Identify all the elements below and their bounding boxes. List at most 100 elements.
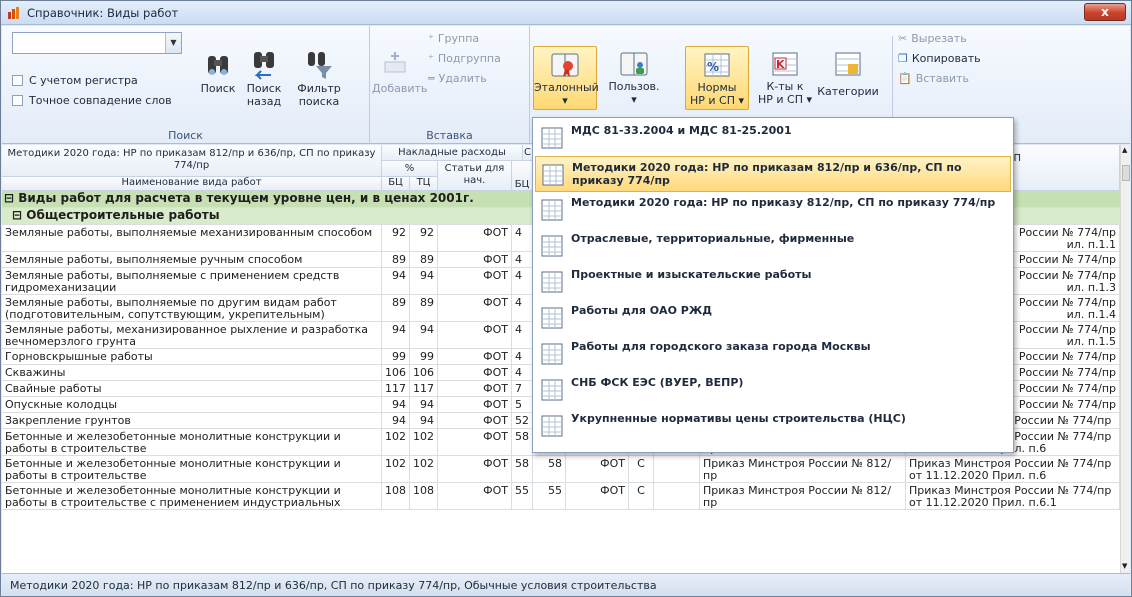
tc-header[interactable]: ТЦ (410, 177, 438, 191)
table-row[interactable]: Бетонные и железобетонные монолитные кон… (2, 456, 1120, 483)
group-icon: ⁺ (428, 32, 434, 45)
dropdown-item-label: Методики 2020 года: НР по приказу 812/пр… (571, 196, 996, 209)
dropdown-item[interactable]: Методики 2020 года: НР по приказу 812/пр… (535, 192, 1011, 228)
dropdown-item-label: Отраслевые, территориальные, фирменные (571, 232, 855, 245)
find-back-button[interactable]: Поиск назад (242, 50, 286, 108)
find-button[interactable]: Поиск (198, 50, 238, 95)
name-cell: Земляные работы, выполняемые ручным спос… (2, 252, 382, 267)
subcategory-label: Общестроительные работы (26, 208, 220, 222)
bc2-header: БЦ (512, 161, 533, 191)
user-book-icon (620, 52, 648, 76)
tc-cell: 94 (410, 268, 438, 294)
etalon-button[interactable]: Эталонный ▾ (533, 46, 599, 110)
name-column-header[interactable]: Наименование вида работ (2, 177, 382, 191)
exact-match-checkbox[interactable]: Точное совпадение слов (12, 94, 172, 107)
etalon-label: Эталонный (534, 81, 599, 94)
articles2-cell: ФОТ (566, 456, 629, 482)
add-icon (384, 52, 406, 73)
sheet-icon (542, 164, 564, 186)
sheet-icon (541, 199, 563, 221)
collapse-icon[interactable]: ⊟ (12, 208, 22, 222)
window-title: Справочник: Виды работ (27, 6, 179, 20)
subgroup-label: Подгруппа (437, 52, 501, 65)
name-cell: Бетонные и железобетонные монолитные кон… (2, 456, 382, 482)
dropdown-item[interactable]: СНБ ФСК ЕЭС (ВУЕР, ВЕПР) (535, 372, 1011, 408)
tc-cell: 117 (410, 381, 438, 396)
scroll-down-icon[interactable]: ▼ (1122, 562, 1127, 570)
user-button[interactable]: Пользов. ▾ (604, 46, 664, 106)
filter-search-button[interactable]: Фильтр поиска (296, 50, 342, 108)
group-button[interactable]: ⁺ Группа (428, 32, 479, 45)
copy-icon: ❐ (898, 52, 908, 65)
paste-label: Вставить (915, 72, 969, 85)
binoculars-back-icon (254, 52, 274, 80)
dropdown-item[interactable]: Методики 2020 года: НР по приказам 812/п… (535, 156, 1011, 192)
delete-button[interactable]: ═ Удалить (428, 72, 487, 85)
table-row[interactable]: Бетонные и железобетонные монолитные кон… (2, 483, 1120, 510)
chevron-down-icon[interactable]: ▼ (165, 33, 181, 53)
cut-button[interactable]: ✂ Вырезать (898, 32, 967, 45)
articles-cell: ФОТ (438, 225, 512, 251)
add-button[interactable]: Добавить (372, 50, 427, 95)
bc-cell: 108 (382, 483, 410, 509)
copy-button[interactable]: ❐ Копировать (898, 52, 981, 65)
paste-button[interactable]: 📋 Вставить (898, 72, 969, 85)
articles-cell: ФОТ (438, 381, 512, 396)
title-bar: Справочник: Виды работ x (1, 1, 1131, 25)
articles-cell: ФОТ (438, 295, 512, 321)
name-cell: Земляные работы, выполняемые по другим в… (2, 295, 382, 321)
sheet-icon (541, 271, 563, 293)
dropdown-item[interactable]: МДС 81-33.2004 и МДС 81-25.2001 (535, 120, 1011, 156)
close-button[interactable]: x (1084, 3, 1126, 21)
bc2-cell: 52 (512, 413, 533, 428)
checkbox-icon (12, 75, 23, 86)
bc-cell: 102 (382, 429, 410, 455)
name-cell: Земляные работы, выполняемые механизиров… (2, 225, 382, 251)
dropdown-item[interactable]: Работы для городского заказа города Моск… (535, 336, 1011, 372)
articles-cell: ФОТ (438, 397, 512, 412)
group-label: Группа (437, 32, 480, 45)
search-combo[interactable]: ▼ (12, 32, 182, 54)
bc-header[interactable]: БЦ (382, 177, 410, 191)
scrollbar-thumb[interactable] (1122, 165, 1130, 181)
sheet-icon (541, 307, 563, 329)
dropdown-item[interactable]: Укрупненные нормативы цены строительства… (535, 408, 1011, 444)
tc-cell: 102 (410, 429, 438, 455)
bc-cell: 99 (382, 349, 410, 364)
filter-label-2: поиска (298, 95, 340, 108)
norms-button[interactable]: % Нормы НР и СП ▾ (685, 46, 749, 110)
subgroup-icon: ⁺ (428, 52, 434, 65)
delete-icon: ═ (428, 72, 435, 85)
vertical-scrollbar[interactable]: ▲ ▼ (1120, 145, 1130, 573)
scroll-up-icon[interactable]: ▲ (1122, 146, 1127, 154)
dropdown-item-label: Работы для городского заказа города Моск… (571, 340, 871, 353)
sp-doc-line2: от 11.12.2020 Прил. п.6 (909, 469, 1047, 482)
dropdown-item-label: МДС 81-33.2004 и МДС 81-25.2001 (571, 124, 792, 137)
name-cell: Земляные работы, механизированное рыхлен… (2, 322, 382, 348)
percent-sheet-icon: % (704, 53, 730, 77)
chevron-down-icon: ▾ (631, 93, 637, 106)
dropdown-item-label: Работы для ОАО РЖД (571, 304, 713, 317)
articles-cell: ФОТ (438, 413, 512, 428)
sp-document-cell: Приказ Минстроя России № 774/прот 11.12.… (906, 483, 1120, 509)
bc2-cell: 4 (512, 322, 533, 348)
subgroup-button[interactable]: ⁺ Подгруппа (428, 52, 501, 65)
delete-label: Удалить (438, 72, 487, 85)
collapse-icon[interactable]: ⊟ (4, 191, 14, 205)
k-sheet-icon: K (772, 52, 798, 76)
bc2-cell: 4 (512, 349, 533, 364)
dropdown-item[interactable]: Проектные и изыскательские работы (535, 264, 1011, 300)
bc2-cell: 4 (512, 268, 533, 294)
sp-doc-line2: от 11.12.2020 Прил. п.6.1 (909, 496, 1057, 509)
dropdown-item[interactable]: Работы для ОАО РЖД (535, 300, 1011, 336)
etalon-dropdown-menu: МДС 81-33.2004 и МДС 81-25.2001 Методики … (532, 117, 1014, 453)
articles2-cell: ФОТ (566, 483, 629, 509)
coeffs-button[interactable]: K К-ты к НР и СП ▾ (754, 46, 816, 106)
nr-doc-line1: Приказ Минстроя России № 812/пр (703, 484, 892, 509)
match-case-checkbox[interactable]: С учетом регистра (12, 74, 138, 87)
categories-button[interactable]: Категории (816, 46, 880, 98)
dropdown-item-label: Проектные и изыскательские работы (571, 268, 812, 281)
nr-document-cell: Приказ Минстроя России № 812/прот 21.12.… (700, 483, 906, 509)
dropdown-item[interactable]: Отраслевые, территориальные, фирменные (535, 228, 1011, 264)
add-label: Добавить (372, 82, 428, 95)
